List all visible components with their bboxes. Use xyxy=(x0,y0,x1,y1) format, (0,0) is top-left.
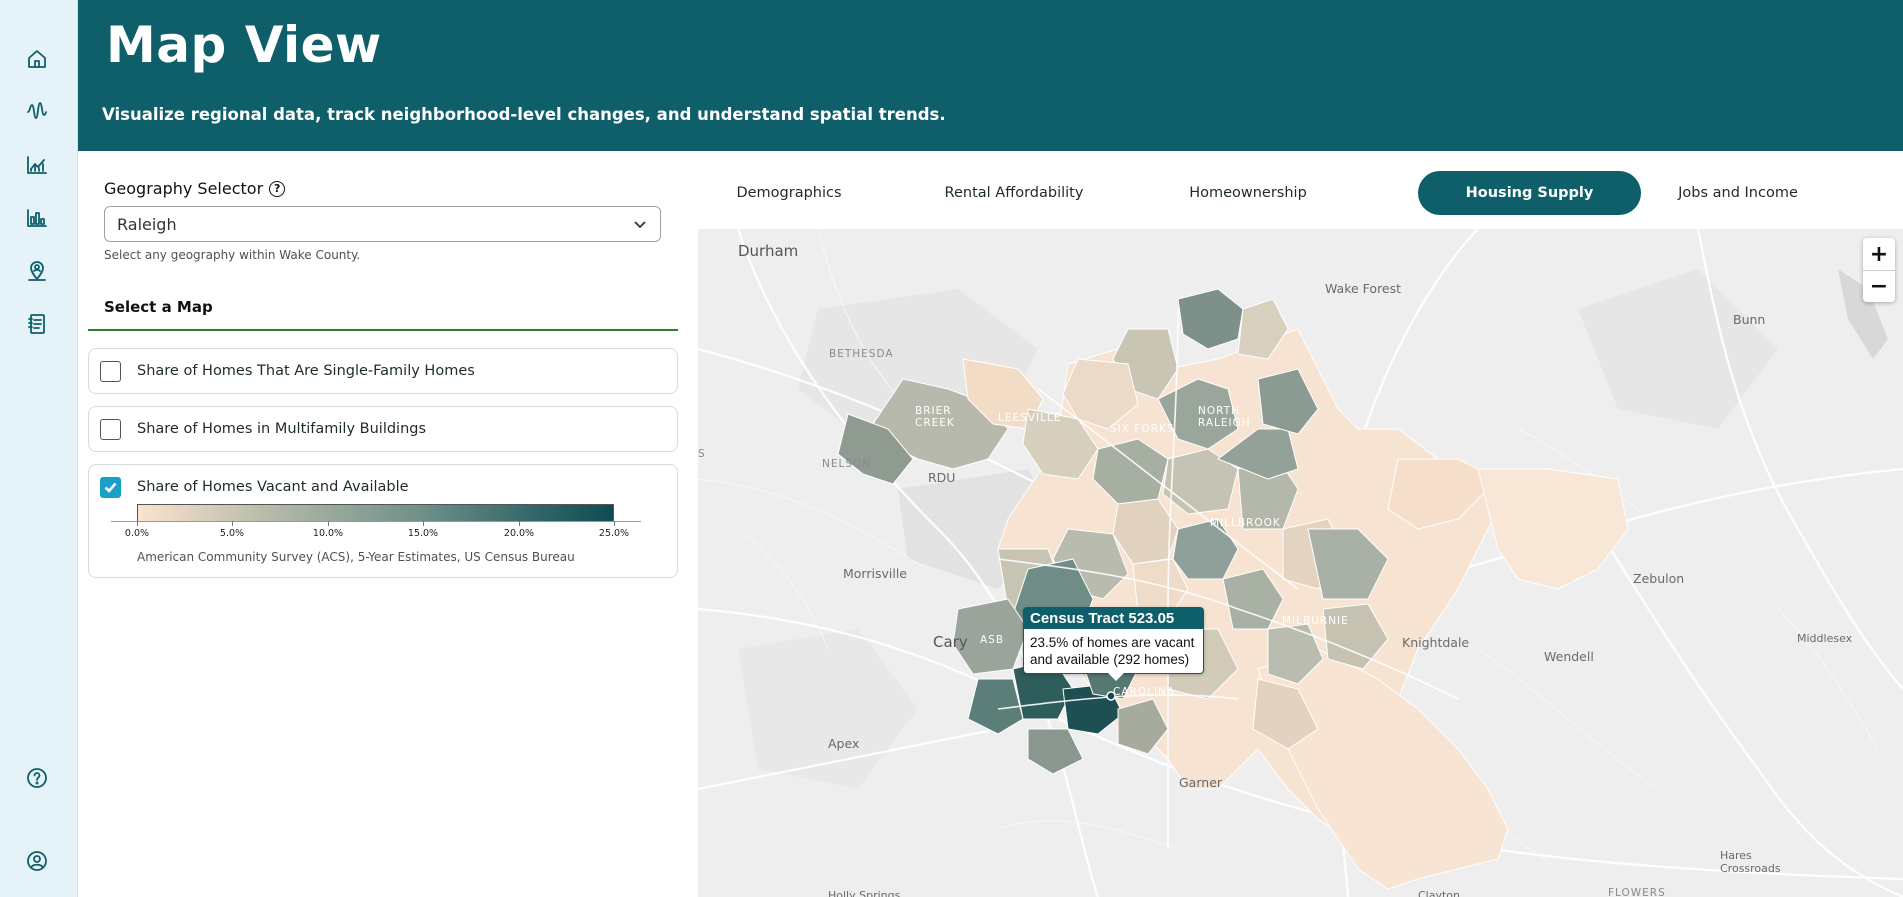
place-label: NELSON xyxy=(822,458,872,470)
place-label: CAROLINA xyxy=(1113,686,1176,698)
legend-tick-mark xyxy=(137,521,138,526)
place-label: Durham xyxy=(738,242,799,260)
legend-tick-label: 20.0% xyxy=(503,528,535,539)
page-subtitle: Visualize regional data, track neighborh… xyxy=(102,105,946,124)
place-label: Cary xyxy=(933,633,968,651)
place-label: Morrisville xyxy=(843,566,907,581)
chevron-down-icon xyxy=(634,221,646,229)
select-map-heading: Select a Map xyxy=(104,298,213,316)
legend-tick-label: 10.0% xyxy=(312,528,344,539)
tooltip-pointer xyxy=(1108,673,1124,681)
legend-tick-label: 5.0% xyxy=(219,528,245,539)
map-pin-person-icon[interactable] xyxy=(22,256,52,286)
zoom-out-button[interactable]: − xyxy=(1863,270,1895,302)
place-label: MILBURNIE xyxy=(1282,615,1349,627)
tab-housing-supply[interactable]: Housing Supply xyxy=(1418,171,1641,215)
place-label: Holly Springs xyxy=(828,889,901,897)
place-label: Apex xyxy=(828,736,860,751)
help-icon[interactable] xyxy=(22,763,52,793)
side-nav-rail xyxy=(0,0,78,897)
pulse-icon[interactable] xyxy=(22,96,52,126)
page-header: Map View Visualize regional data, track … xyxy=(78,0,1903,151)
legend-tick-label: 15.0% xyxy=(407,528,439,539)
map-basemap xyxy=(698,229,1903,897)
tooltip-title: Census Tract 523.05 xyxy=(1024,608,1203,629)
map-option-vacant-available[interactable]: Share of Homes Vacant and Available 0.0%… xyxy=(88,464,678,578)
checkbox[interactable] xyxy=(100,361,121,382)
home-icon[interactable] xyxy=(22,44,52,74)
legend-source: American Community Survey (ACS), 5-Year … xyxy=(137,550,575,564)
check-icon xyxy=(104,482,117,493)
place-label: BETHESDA xyxy=(829,348,894,360)
map-option-single-family[interactable]: Share of Homes That Are Single-Family Ho… xyxy=(88,348,678,394)
legend-tick-mark xyxy=(423,521,424,526)
tab-demographics[interactable]: Demographics xyxy=(716,171,862,215)
place-label: BRIER CREEK xyxy=(915,405,955,429)
place-label: MILLBROOK xyxy=(1210,517,1281,529)
geography-hint: Select any geography within Wake County. xyxy=(104,248,361,262)
place-label: Clayton xyxy=(1418,889,1461,897)
legend-axis xyxy=(111,521,641,522)
account-icon[interactable] xyxy=(22,846,52,876)
page-title: Map View xyxy=(106,16,382,74)
legend-tick-mark xyxy=(519,521,520,526)
topic-tabs: Demographics Rental Affordability Homeow… xyxy=(698,151,1903,229)
legend-tick-mark xyxy=(614,521,615,526)
controls-panel: Geography Selector ? Raleigh Select any … xyxy=(78,151,698,897)
tab-rental-affordability[interactable]: Rental Affordability xyxy=(934,171,1094,215)
geography-select[interactable]: Raleigh xyxy=(104,206,661,242)
help-icon[interactable]: ? xyxy=(269,180,286,197)
map-option-label: Share of Homes in Multifamily Buildings xyxy=(137,421,427,437)
place-label: ASB xyxy=(980,634,1005,646)
place-label: LEESVILLE xyxy=(998,412,1062,424)
bar-chart-icon[interactable] xyxy=(22,203,52,233)
legend-tick-label: 25.0% xyxy=(598,528,630,539)
place-label: Middlesex xyxy=(1797,632,1853,645)
place-label: SIX FORKS xyxy=(1110,423,1175,435)
divider xyxy=(88,329,678,331)
legend-color-bar xyxy=(137,504,614,522)
legend-tick-mark xyxy=(232,521,233,526)
legend-tick-mark xyxy=(328,521,329,526)
tab-homeownership[interactable]: Homeownership xyxy=(1178,171,1318,215)
tab-jobs-and-income[interactable]: Jobs and Income xyxy=(1658,171,1818,215)
place-label: S xyxy=(698,448,706,460)
report-icon[interactable] xyxy=(22,309,52,339)
checkbox[interactable] xyxy=(100,419,121,440)
zoom-control: + − xyxy=(1863,238,1895,302)
place-label: Wendell xyxy=(1544,649,1594,664)
legend-tick-label: 0.0% xyxy=(124,528,150,539)
geography-select-value: Raleigh xyxy=(117,214,177,234)
geography-selector-label: Geography Selector ? xyxy=(104,179,286,198)
checkbox-checked[interactable] xyxy=(100,477,121,498)
place-label: Zebulon xyxy=(1633,571,1685,586)
place-label: FLOWERS xyxy=(1608,887,1666,897)
place-label: Knightdale xyxy=(1402,635,1470,650)
map-option-label: Share of Homes Vacant and Available xyxy=(137,479,409,495)
map-option-multifamily[interactable]: Share of Homes in Multifamily Buildings xyxy=(88,406,678,452)
place-label: Hares Crossroads xyxy=(1720,849,1781,875)
map-tooltip: Census Tract 523.05 23.5% of homes are v… xyxy=(1023,607,1204,681)
place-label: Bunn xyxy=(1733,312,1766,327)
map-option-label: Share of Homes That Are Single-Family Ho… xyxy=(137,363,475,379)
tooltip-body: 23.5% of homes are vacant and available … xyxy=(1030,635,1195,667)
trend-chart-icon[interactable] xyxy=(22,150,52,180)
place-label: NORTH RALEIGH xyxy=(1198,405,1251,429)
place-label: Garner xyxy=(1179,775,1223,790)
zoom-in-button[interactable]: + xyxy=(1863,238,1895,270)
geography-selector-text: Geography Selector xyxy=(104,179,264,198)
place-label: RDU xyxy=(928,470,956,485)
place-label: Wake Forest xyxy=(1325,281,1402,296)
map-canvas[interactable]: Durham Wake Forest Bunn BETHESDA NELSON … xyxy=(698,229,1903,897)
